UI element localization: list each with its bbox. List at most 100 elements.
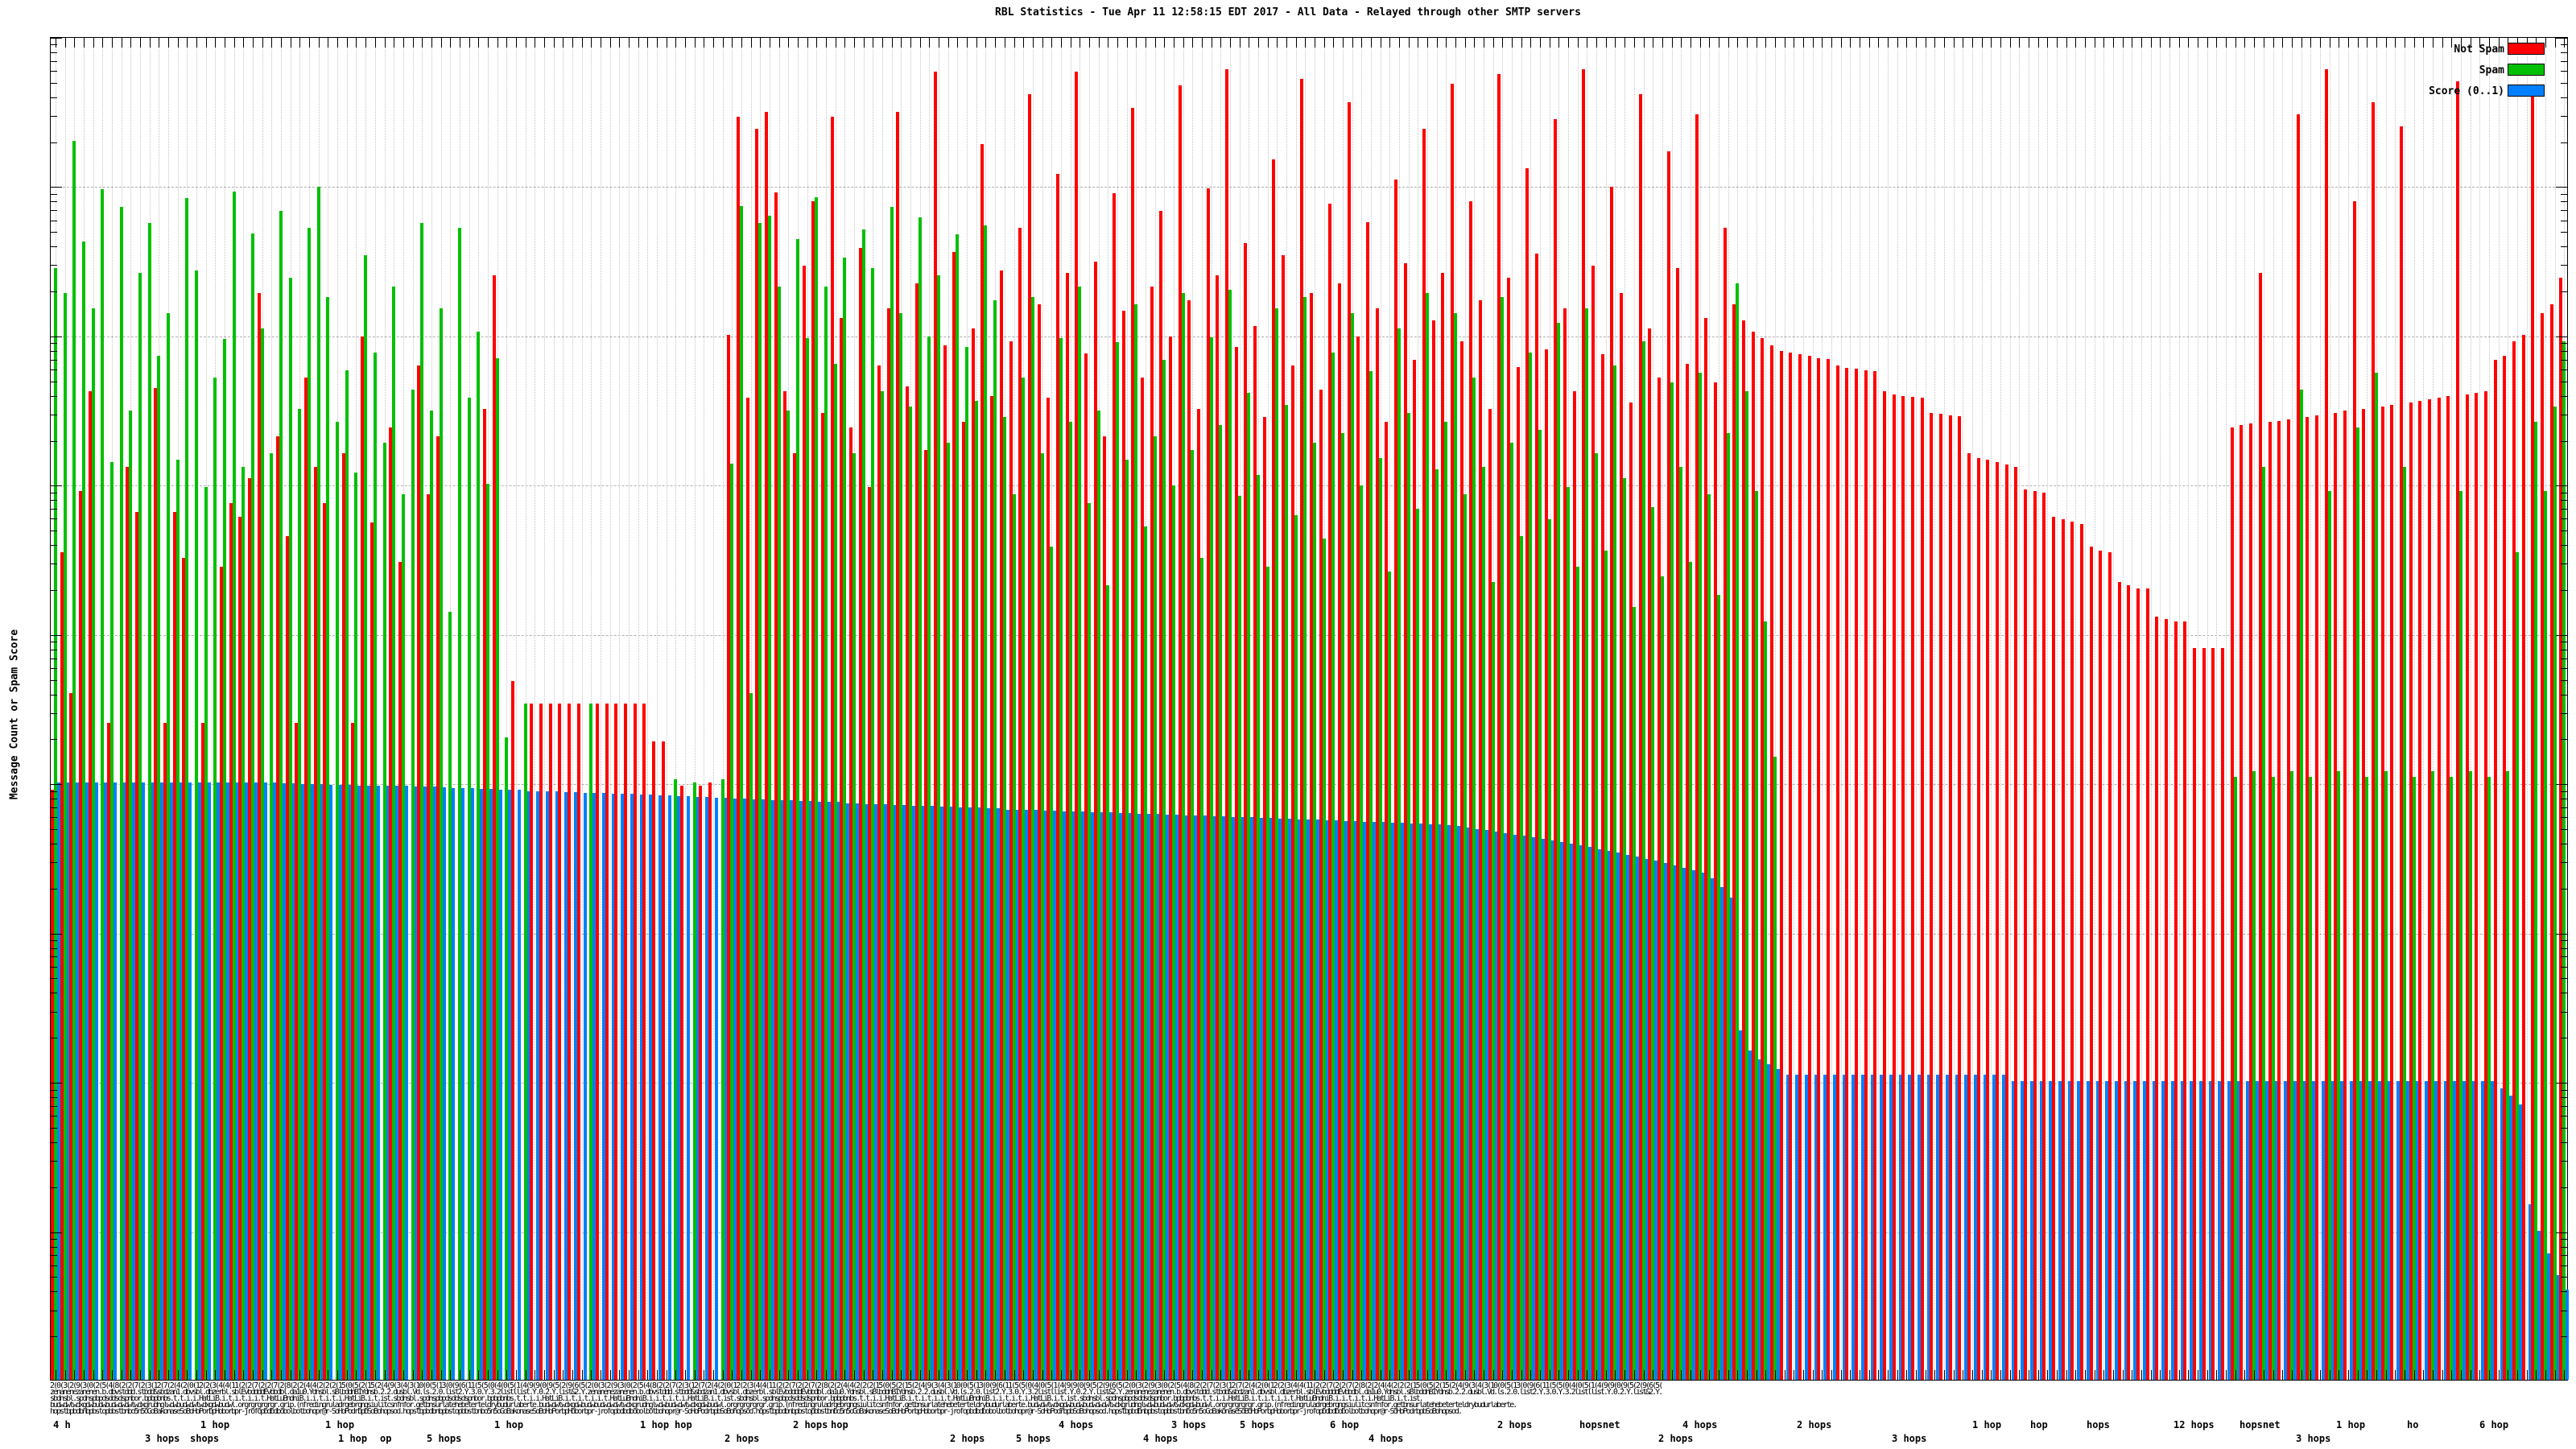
v-gridline bbox=[609, 38, 611, 1380]
v-gridline bbox=[2442, 38, 2443, 1380]
x-tick-top bbox=[1474, 38, 1476, 47]
y-tick-minor bbox=[2561, 940, 2567, 942]
x-tick-top bbox=[1822, 38, 1823, 47]
bar-not-spam bbox=[708, 782, 712, 1380]
x-tick-top bbox=[1690, 38, 1691, 47]
x-tick-bottom bbox=[891, 1370, 893, 1380]
x-tick-bottom bbox=[2395, 1370, 2396, 1380]
v-gridline bbox=[2216, 38, 2218, 1380]
hops-label: 1 hop bbox=[200, 1419, 230, 1430]
x-tick-top bbox=[863, 38, 865, 47]
y-tick-minor bbox=[51, 518, 57, 520]
bar-not-spam bbox=[2070, 522, 2074, 1380]
x-tick-top bbox=[299, 38, 301, 47]
y-tick-major bbox=[2556, 187, 2567, 188]
x-tick-top bbox=[1991, 38, 1992, 47]
bar-not-spam bbox=[2390, 404, 2394, 1380]
x-tick-bottom bbox=[74, 1370, 76, 1380]
y-tick-minor bbox=[51, 667, 57, 669]
bar-not-spam bbox=[1892, 394, 1896, 1380]
y-tick-minor bbox=[2561, 966, 2567, 968]
x-tick-bottom bbox=[515, 1370, 517, 1380]
x-tick-bottom bbox=[2254, 1370, 2256, 1380]
x-tick-top bbox=[1662, 38, 1663, 47]
x-tick-bottom bbox=[2150, 1370, 2152, 1380]
y-tick-minor bbox=[51, 1239, 57, 1241]
x-tick-bottom bbox=[901, 1370, 902, 1380]
x-tick-top bbox=[318, 38, 320, 47]
h-gridline bbox=[51, 187, 2567, 188]
x-tick-bottom bbox=[1183, 1370, 1184, 1380]
v-gridline bbox=[1831, 38, 1832, 1380]
x-tick-bottom bbox=[102, 1370, 104, 1380]
x-tick-top bbox=[1088, 38, 1090, 47]
x-tick-bottom bbox=[422, 1370, 423, 1380]
x-tick-top bbox=[1267, 38, 1269, 47]
v-gridline bbox=[1850, 38, 1852, 1380]
bar-not-spam bbox=[2117, 582, 2121, 1380]
v-gridline bbox=[2395, 38, 2396, 1380]
y-tick-minor bbox=[51, 829, 57, 831]
legend-swatch-score bbox=[2508, 85, 2545, 97]
x-tick-top bbox=[2103, 38, 2105, 47]
x-tick-bottom bbox=[2075, 1370, 2077, 1380]
x-tick-bottom bbox=[130, 1370, 132, 1380]
legend-row-spam: Spam bbox=[2348, 64, 2557, 76]
bar-not-spam bbox=[1817, 357, 1821, 1380]
x-tick-bottom bbox=[919, 1370, 921, 1380]
bar-not-spam bbox=[548, 703, 552, 1380]
v-gridline bbox=[647, 38, 649, 1380]
v-gridline bbox=[563, 38, 564, 1380]
x-tick-bottom bbox=[1088, 1370, 1090, 1380]
x-tick-bottom bbox=[2347, 1370, 2349, 1380]
v-gridline bbox=[2037, 38, 2039, 1380]
y-tick-minor bbox=[2561, 509, 2567, 510]
y-tick-minor bbox=[2561, 589, 2567, 591]
v-gridline bbox=[1887, 38, 1889, 1380]
y-tick-minor bbox=[51, 82, 57, 84]
hops-label: 4 h bbox=[53, 1419, 71, 1430]
bar-not-spam bbox=[2089, 547, 2093, 1380]
v-gridline bbox=[685, 38, 686, 1380]
x-tick-top bbox=[1934, 38, 1936, 47]
x-tick-top bbox=[1633, 38, 1635, 47]
x-tick-top bbox=[919, 38, 921, 47]
x-tick-top bbox=[1361, 38, 1363, 47]
v-gridline bbox=[2150, 38, 2152, 1380]
x-tick-top bbox=[1023, 38, 1025, 47]
x-tick-top bbox=[1596, 38, 1598, 47]
v-gridline bbox=[2347, 38, 2349, 1380]
bar-score bbox=[460, 787, 464, 1380]
x-tick-bottom bbox=[262, 1370, 263, 1380]
x-tick-bottom bbox=[1915, 1370, 1917, 1380]
x-tick-bottom bbox=[1492, 1370, 1494, 1380]
y-tick-minor bbox=[2561, 115, 2567, 117]
v-gridline bbox=[1822, 38, 1823, 1380]
x-tick-bottom bbox=[1267, 1370, 1269, 1380]
rbl-statistics-screenshot: { "title": "RBL Statistics - Tue Apr 11 … bbox=[0, 0, 2576, 1449]
x-tick-top bbox=[1154, 38, 1156, 47]
v-gridline bbox=[1878, 38, 1880, 1380]
x-tick-top bbox=[2216, 38, 2218, 47]
y-tick-minor bbox=[2561, 888, 2567, 890]
y-tick-minor bbox=[51, 1187, 57, 1188]
y-tick-minor bbox=[51, 978, 57, 980]
v-gridline bbox=[656, 38, 658, 1380]
hops-label: 4 hops bbox=[1682, 1419, 1718, 1430]
y-tick-minor bbox=[51, 712, 57, 714]
y-tick-minor bbox=[2561, 265, 2567, 266]
bar-score bbox=[715, 798, 718, 1380]
v-gridline bbox=[2479, 38, 2481, 1380]
v-gridline bbox=[1906, 38, 1908, 1380]
x-tick-top bbox=[2244, 38, 2246, 47]
x-tick-top bbox=[1408, 38, 1410, 47]
bar-not-spam bbox=[2155, 616, 2159, 1380]
bar-not-spam bbox=[2033, 490, 2037, 1380]
x-tick-top bbox=[2000, 38, 2002, 47]
x-tick-bottom bbox=[487, 1370, 489, 1380]
y-tick-minor bbox=[51, 291, 57, 293]
x-tick-bottom bbox=[1060, 1370, 1062, 1380]
x-tick-bottom bbox=[2310, 1370, 2312, 1380]
x-label-row: hopstbpbdbnbpbstopbbstbnbo5n5oGoBakonase… bbox=[50, 1408, 1463, 1416]
x-tick-top bbox=[1850, 38, 1852, 47]
